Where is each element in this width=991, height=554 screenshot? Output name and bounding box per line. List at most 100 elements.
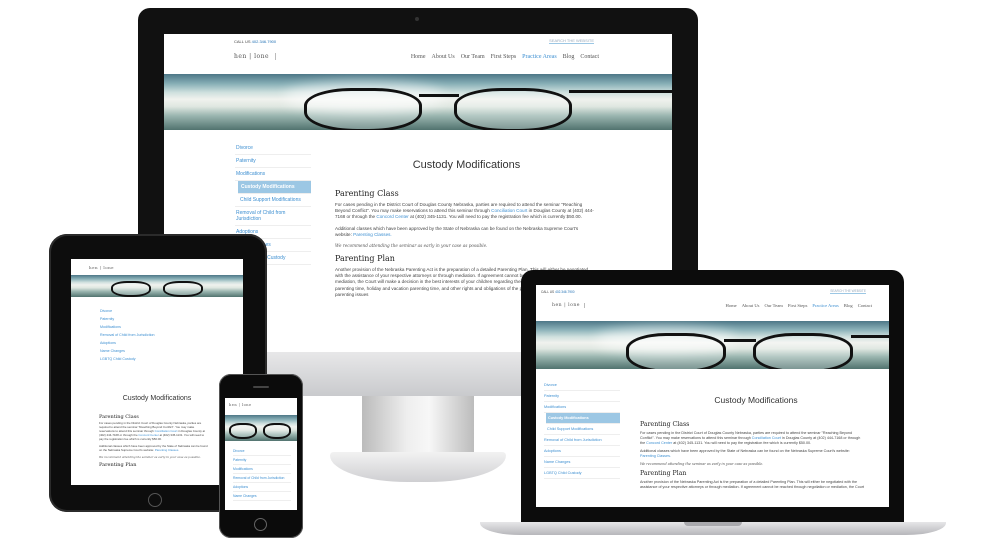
main-nav: hen | lone Home About Us Our Team First … — [552, 303, 872, 308]
conciliation-court-link[interactable]: Conciliation Court — [752, 436, 781, 440]
menu-item-first-steps[interactable]: First Steps — [788, 303, 808, 308]
sidebar-item-name-changes[interactable]: Name Changes — [233, 492, 291, 501]
imac-stand-neck — [362, 396, 474, 456]
menu-item-contact[interactable]: Contact — [858, 303, 872, 308]
menu-item-first-steps[interactable]: First Steps — [491, 54, 517, 60]
parenting-classes-link[interactable]: Parenting Classes. — [640, 454, 671, 458]
paragraph: Additional classes which have been appro… — [640, 449, 865, 459]
menu: Home About Us Our Team First Steps Pract… — [411, 54, 599, 60]
sidebar-item-divorce[interactable]: Divorce — [544, 380, 620, 391]
concord-center-link[interactable]: Concord Center — [646, 441, 672, 445]
paragraph-text: Additional classes which have been appro… — [99, 443, 208, 452]
section-heading-parenting-plan: Parenting Plan — [640, 469, 687, 477]
glasses-lens-right — [454, 88, 572, 130]
sidebar-item-removal-of-child[interactable]: Removal of Child from Jurisdiction — [99, 331, 209, 339]
iphone-screen: hen | lone Divorce Paternity Modificatio… — [225, 398, 297, 510]
sidebar-item-modifications[interactable]: Modifications — [99, 323, 209, 331]
sidebar-item-child-support-modifications[interactable]: Child Support Modifications — [235, 194, 311, 207]
recommendation-note: We recommend attending the seminar as ea… — [640, 461, 764, 466]
sidebar-item-custody-modifications[interactable]: Custody Modifications — [238, 181, 311, 194]
menu-item-home[interactable]: Home — [411, 54, 426, 60]
device-mockup-stage: CALL US 402.346.7900 SEARCH THE WEBSITE … — [0, 0, 991, 554]
phone-value: 402.346.7900 — [251, 38, 277, 44]
menu-item-practice-areas[interactable]: Practice Areas — [522, 54, 556, 60]
menu-item-home[interactable]: Home — [725, 303, 736, 308]
sidebar-item-adoptions[interactable]: Adoptions — [544, 446, 620, 457]
sidebar-nav: Divorce Paternity Modifications Custody … — [544, 380, 620, 479]
sidebar-item-removal-of-child[interactable]: Removal of Child from Jurisdiction — [544, 435, 620, 446]
content: Parenting Class For cases pending in the… — [99, 414, 209, 468]
main-nav: hen | lone Home About Us Our Team First … — [234, 53, 599, 60]
sidebar-item-child-support-modifications[interactable]: Child Support Modifications — [544, 424, 620, 435]
home-button — [254, 518, 267, 531]
concord-center-link[interactable]: Concord Center — [376, 214, 408, 219]
site-logo: hen | lone — [89, 265, 115, 270]
sidebar-item-divorce[interactable]: Divorce — [99, 307, 209, 315]
sidebar-item-lgbtq-child-custody[interactable]: LGBTQ Child Custody — [99, 355, 209, 363]
sidebar-item-divorce[interactable]: Divorce — [233, 447, 291, 456]
site-logo: hen | lone — [229, 403, 252, 407]
menu-item-about-us[interactable]: About Us — [742, 303, 760, 308]
paragraph: Another provision of the Nebraska Parent… — [640, 479, 865, 490]
macbook-screen: CALL US 402.346.7900 SEARCH THE WEBSITE … — [536, 285, 889, 507]
sidebar-item-modifications[interactable]: Modifications — [544, 402, 620, 413]
sidebar-item-divorce[interactable]: Divorce — [235, 142, 311, 155]
page-title: Custody Modifications — [412, 159, 521, 171]
menu-item-blog[interactable]: Blog — [563, 54, 575, 60]
sidebar-item-removal-of-child[interactable]: Removal of Child from Jurisdiction — [235, 207, 311, 226]
sidebar-item-modifications[interactable]: Modifications — [235, 168, 311, 181]
menu-item-contact[interactable]: Contact — [580, 54, 599, 60]
home-button — [148, 493, 162, 507]
sidebar-item-paternity[interactable]: Paternity — [235, 155, 311, 168]
ipad-screen: hen | lone Divorce Paternity Modificatio… — [71, 259, 243, 485]
sidebar-item-paternity[interactable]: Paternity — [233, 456, 291, 465]
paragraph-text: at (402) 345-1131. You will need to pay … — [410, 214, 582, 220]
phone-label: CALL US — [234, 38, 251, 44]
sidebar-item-modifications[interactable]: Modifications — [233, 465, 291, 474]
menu-item-about-us[interactable]: About Us — [432, 54, 455, 60]
menu-item-practice-areas[interactable]: Practice Areas — [812, 303, 838, 308]
section-heading-parenting-plan: Parenting Plan — [335, 253, 395, 263]
sidebar-item-paternity[interactable]: Paternity — [544, 391, 620, 402]
paragraph: For cases pending in the District Court … — [640, 431, 865, 446]
paragraph: For cases pending in the District Court … — [99, 421, 209, 442]
parenting-classes-link[interactable]: Parenting Classes. — [353, 232, 392, 237]
menu-item-blog[interactable]: Blog — [844, 303, 853, 308]
sidebar-item-adoptions[interactable]: Adoptions — [233, 483, 291, 492]
sidebar-item-removal-of-child[interactable]: Removal of Child from Jurisdiction — [233, 474, 291, 483]
search-input[interactable]: SEARCH THE WEBSITE — [830, 289, 866, 294]
site-logo[interactable]: hen | lone — [234, 53, 277, 60]
page-title: Custody Modifications — [714, 395, 798, 405]
paragraph: For cases pending in the District Court … — [335, 202, 595, 221]
search-input[interactable]: SEARCH THE WEBSITE — [549, 38, 594, 44]
speaker — [253, 386, 269, 388]
sidebar-item-paternity[interactable]: Paternity — [99, 315, 209, 323]
menu-item-our-team[interactable]: Our Team — [764, 303, 782, 308]
sidebar-item-name-changes[interactable]: Name Changes — [544, 457, 620, 468]
parenting-classes-link[interactable]: Parenting Classes. — [155, 448, 179, 452]
glasses-lens-left — [304, 88, 422, 130]
sidebar-item-custody-modifications[interactable]: Custody Modifications — [546, 413, 620, 424]
phone-number[interactable]: CALL US 402.346.7900 — [541, 290, 575, 294]
menu-item-our-team[interactable]: Our Team — [461, 54, 485, 60]
hero-image — [164, 74, 672, 130]
section-heading-parenting-class: Parenting Class — [335, 189, 399, 198]
phone-label: CALL US — [541, 289, 555, 294]
phone-value: 402.346.7900 — [555, 289, 575, 294]
hero-image — [225, 415, 297, 441]
site-logo[interactable]: hen | lone — [552, 303, 586, 308]
top-bar: CALL US 402.346.7900 SEARCH THE WEBSITE — [234, 38, 594, 44]
imac-stand-foot — [330, 452, 506, 482]
content: Parenting Class For cases pending in the… — [640, 421, 865, 490]
sidebar-item-name-changes[interactable]: Name Changes — [99, 347, 209, 355]
sidebar-item-adoptions[interactable]: Adoptions — [99, 339, 209, 347]
conciliation-court-link[interactable]: Conciliation Court — [491, 208, 527, 213]
phone-number[interactable]: CALL US 402.346.7900 — [234, 39, 276, 44]
glasses-lens-right — [753, 333, 853, 369]
sidebar-nav: Divorce Paternity Modifications Removal … — [99, 307, 209, 363]
paragraph-text: Additional classes which have been appro… — [640, 448, 850, 453]
sidebar-item-lgbtq-child-custody[interactable]: LGBTQ Child Custody — [544, 468, 620, 479]
camera-icon — [415, 17, 419, 21]
glasses-lens-left — [626, 333, 726, 369]
hero-image — [536, 321, 889, 369]
